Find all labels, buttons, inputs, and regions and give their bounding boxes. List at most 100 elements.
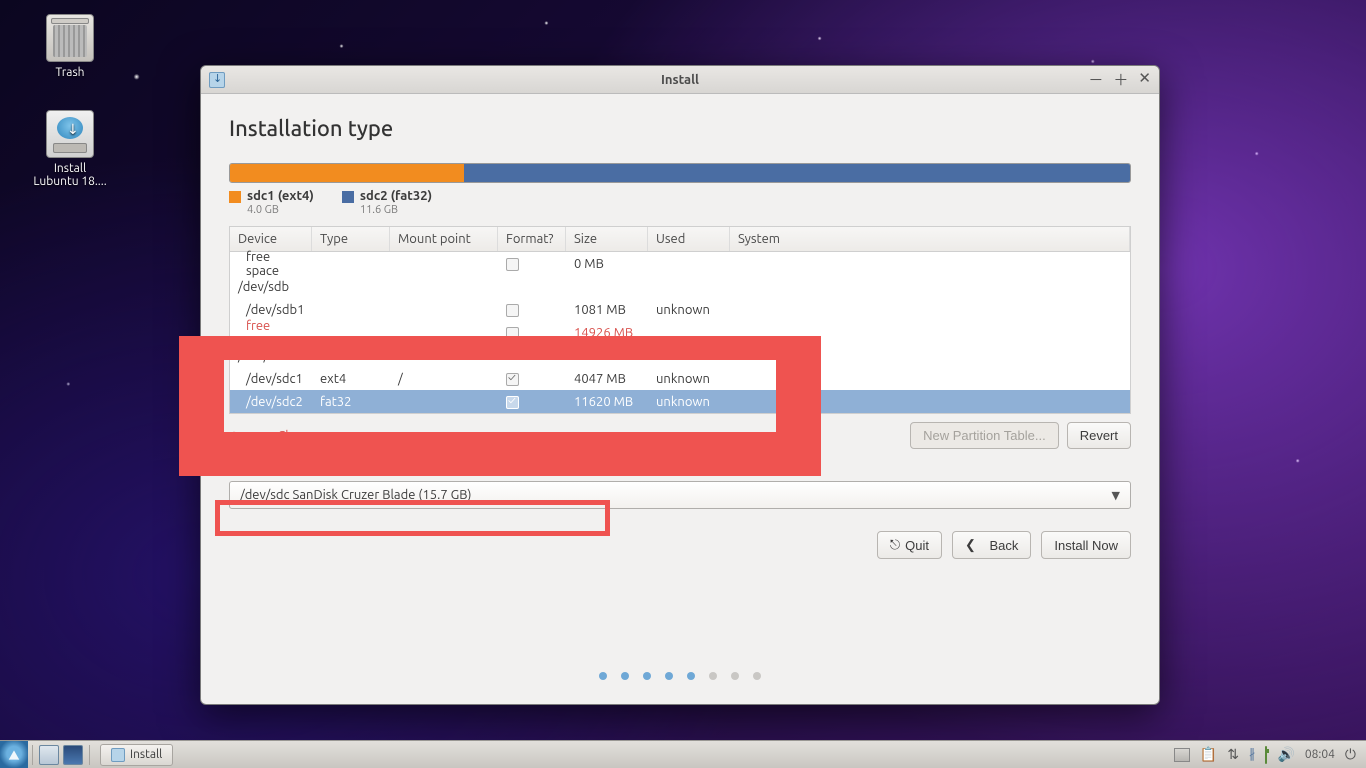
partition-usage-bar [229,163,1131,183]
task-icon [111,748,125,762]
table-row[interactable]: free space 0 MB [230,252,1130,275]
start-menu-button[interactable] [0,741,28,768]
tray-network-icon[interactable]: ⇅ [1227,746,1239,763]
window-app-icon [209,72,225,88]
task-label: Install [130,748,162,761]
cell: 11620 MB [566,395,648,409]
cell-format [498,256,566,270]
tray-battery-icon[interactable] [1265,747,1267,763]
installer-icon: ↓ [46,110,94,158]
partition-toolbar: + − Change... New Partition Table... Rev… [229,422,1131,449]
change-partition-button[interactable]: Change... [277,429,331,443]
col-type: Type [312,227,390,251]
step-dot [599,672,607,680]
format-checkbox[interactable] [506,373,519,386]
cell: 4047 MB [566,372,648,386]
cell: 1081 MB [566,303,648,317]
dropdown-value: /dev/sdc SanDisk Cruzer Blade (15.7 GB) [240,488,471,502]
partition-table[interactable]: Device Type Mount point Format? Size Use… [229,226,1131,414]
step-dot [687,672,695,680]
tray-software-icon[interactable] [1174,748,1190,762]
cell: /dev/sdb1 [230,303,312,317]
taskbar-clock[interactable]: 08:04 [1305,748,1335,761]
col-device: Device [230,227,312,251]
desktop-icon-trash[interactable]: Trash [30,14,110,79]
legend-swatch [229,191,241,203]
cell: unknown [648,395,730,409]
show-desktop-button[interactable] [63,745,83,765]
col-mount: Mount point [390,227,498,251]
page-title: Installation type [229,116,1131,141]
revert-button[interactable]: Revert [1067,422,1131,449]
file-manager-launcher[interactable] [39,745,59,765]
cell: fat32 [312,395,390,409]
remove-partition-button[interactable]: − [253,426,263,446]
partition-segment-sdc2 [464,164,1130,182]
step-dot [643,672,651,680]
legend-swatch [342,191,354,203]
titlebar[interactable]: Install － ＋ ✕ [201,66,1159,94]
tray-power-icon[interactable]: ⏻ [1345,746,1356,763]
quit-icon: ⎋ [890,537,900,553]
button-label: Back [990,538,1019,553]
cell: /dev/sdc1 [230,372,312,386]
legend-sub: 4.0 GB [247,204,279,216]
table-row[interactable]: /dev/sdb11081 MBunknown [230,298,1130,321]
window-close-button[interactable]: ✕ [1138,69,1151,90]
install-now-button[interactable]: Install Now [1041,531,1131,559]
window-title: Install [201,73,1159,87]
cell: ext4 [312,372,390,386]
col-system: System [730,227,1130,251]
add-partition-button[interactable]: + [229,426,239,446]
format-checkbox[interactable] [506,258,519,271]
quit-button[interactable]: ⎋ Quit [877,531,942,559]
col-used: Used [648,227,730,251]
desktop-icon-label: Trash [55,66,84,79]
tray-volume-icon[interactable]: 🔊 [1277,746,1294,763]
cell: 14926 MB [566,326,648,340]
format-checkbox[interactable] [506,304,519,317]
legend-item: sdc2 (fat32)11.6 GB [342,189,432,216]
window-minimize-button[interactable]: － [1088,69,1103,90]
table-row[interactable]: /dev/sdb [230,275,1130,298]
step-dot [731,672,739,680]
button-label: Quit [905,538,929,553]
window-maximize-button[interactable]: ＋ [1113,69,1128,90]
table-header: Device Type Mount point Format? Size Use… [230,227,1130,252]
format-checkbox[interactable] [506,396,519,409]
tray-clipboard-icon[interactable]: 📋 [1200,746,1217,763]
desktop-icon-label: Install Lubuntu 18.... [33,162,106,188]
new-partition-table-button[interactable]: New Partition Table... [910,422,1059,449]
table-row[interactable]: /dev/sdc [230,344,1130,367]
taskbar-task-install[interactable]: Install [100,744,173,766]
step-dot [709,672,717,680]
cell: free space [230,319,312,347]
table-row[interactable]: free space 14926 MB [230,321,1130,344]
button-label: Install Now [1054,538,1118,553]
cell: /dev/sdb [230,280,312,294]
taskbar-separator [89,745,90,765]
bootloader-label: Device for boot loader installation: [229,463,1131,477]
cell: / [390,372,498,386]
partition-legend: sdc1 (ext4)4.0 GB sdc2 (fat32)11.6 GB [229,189,1131,216]
step-dot [621,672,629,680]
format-checkbox[interactable] [506,327,519,340]
cell-format [498,325,566,339]
legend-item: sdc1 (ext4)4.0 GB [229,189,314,216]
cell-format [498,302,566,316]
system-tray: 📋 ⇅ ∦ 🔊 08:04 ⏻ [1174,746,1366,763]
col-size: Size [566,227,648,251]
cell: 0 MB [566,257,648,271]
table-row[interactable]: /dev/sdc2fat3211620 MBunknown [230,390,1130,413]
partition-segment-sdc1 [230,164,464,182]
table-row[interactable]: /dev/sdc1ext4/ 4047 MBunknown [230,367,1130,390]
cell: free space [230,250,312,278]
tray-bluetooth-icon[interactable]: ∦ [1249,747,1256,762]
back-button[interactable]: ❮ Back [952,531,1031,559]
desktop-icon-installer[interactable]: ↓ Install Lubuntu 18.... [30,110,110,188]
chevron-down-icon: ▼ [1112,489,1120,502]
legend-label: sdc2 (fat32) [360,189,432,203]
bootloader-device-dropdown[interactable]: /dev/sdc SanDisk Cruzer Blade (15.7 GB) … [229,481,1131,509]
taskbar: Install 📋 ⇅ ∦ 🔊 08:04 ⏻ [0,740,1366,768]
cell: unknown [648,372,730,386]
